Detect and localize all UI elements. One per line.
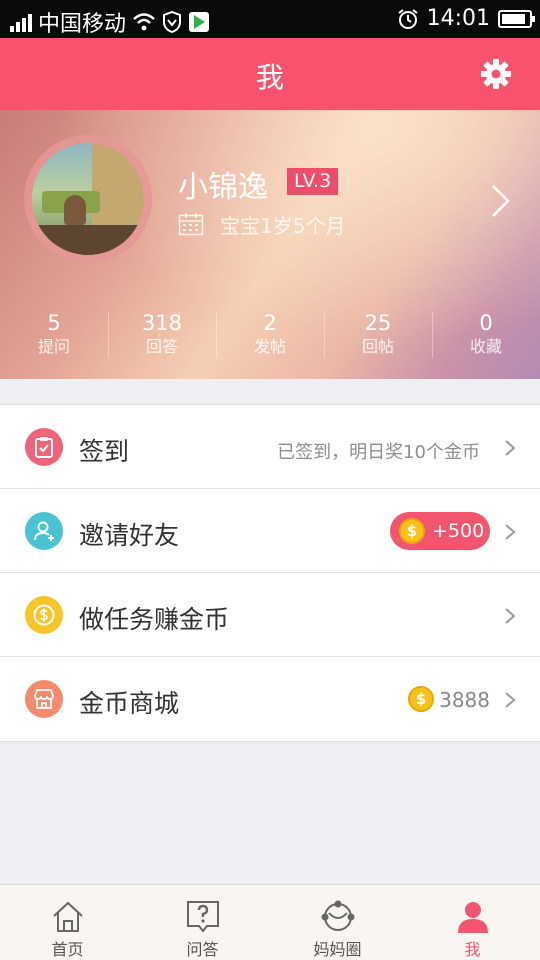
chevron-right-icon xyxy=(505,440,516,456)
add-user-icon xyxy=(25,512,63,550)
stat-value: 5 xyxy=(47,311,61,335)
home-icon xyxy=(52,901,83,932)
avatar[interactable] xyxy=(24,135,152,263)
tab-label: 妈妈圈 xyxy=(313,940,362,959)
clock: 14:01 xyxy=(426,6,490,31)
stat-answers[interactable]: 318 回答 xyxy=(108,310,216,366)
chevron-right-icon xyxy=(505,692,516,708)
tab-moms-circle[interactable]: 妈妈圈 xyxy=(270,885,405,960)
tab-label: 我 xyxy=(464,940,481,959)
carrier-name: 中国移动 xyxy=(38,12,127,37)
level-badge: LV.3 xyxy=(287,168,339,195)
coin-icon: $ xyxy=(408,686,434,712)
menu-item-coin-mall[interactable]: 金币商城 $ 3888 xyxy=(0,657,540,741)
wifi-icon xyxy=(133,13,155,31)
profile-header[interactable]: 小锦逸 LV.3 宝宝1岁5个月 5 提问 318 回答 2 发帖 25 回帖 … xyxy=(0,110,540,379)
stat-label: 回答 xyxy=(145,337,178,356)
stat-value: 318 xyxy=(141,311,183,335)
chevron-right-icon xyxy=(505,524,516,540)
gear-icon[interactable] xyxy=(480,58,512,90)
vpn-shield-icon xyxy=(163,11,182,33)
menu-item-checkin[interactable]: 签到 已签到，明日奖10个金币 xyxy=(0,405,540,489)
alarm-icon xyxy=(397,8,418,29)
coin-icon: $ xyxy=(399,518,425,544)
play-store-icon xyxy=(189,12,210,32)
tab-label: 首页 xyxy=(51,940,84,959)
question-bubble-icon xyxy=(186,901,219,933)
dollar-coin-icon xyxy=(25,596,63,634)
tab-bar: 首页 问答 妈妈圈 我 xyxy=(0,884,540,960)
stat-label: 提问 xyxy=(37,337,70,356)
menu-item-label: 金币商城 xyxy=(79,689,180,718)
stat-questions[interactable]: 5 提问 xyxy=(0,310,108,366)
stat-value: 25 xyxy=(364,311,392,335)
stat-label: 收藏 xyxy=(469,337,502,356)
reward-badge: $ +500 xyxy=(390,512,490,550)
stat-posts[interactable]: 2 发帖 xyxy=(216,310,324,366)
username: 小锦逸 xyxy=(178,170,268,205)
chevron-right-icon xyxy=(505,608,516,624)
tab-me[interactable]: 我 xyxy=(405,885,540,960)
menu-list: 签到 已签到，明日奖10个金币 邀请好友 $ +500 做任务赚金币 金币商城 … xyxy=(0,404,540,742)
menu-item-tasks[interactable]: 做任务赚金币 xyxy=(0,573,540,657)
menu-item-label: 做任务赚金币 xyxy=(79,605,230,634)
stat-value: 0 xyxy=(479,311,493,335)
baby-age: 宝宝1岁5个月 xyxy=(220,214,346,238)
tab-label: 问答 xyxy=(186,940,219,959)
checkin-status: 已签到，明日奖10个金币 xyxy=(277,442,480,463)
battery-icon xyxy=(498,9,535,28)
signal-icon xyxy=(10,12,32,32)
stat-label: 回帖 xyxy=(361,337,394,356)
shop-icon xyxy=(25,680,63,718)
stat-label: 发帖 xyxy=(253,337,286,356)
page-title: 我 xyxy=(255,61,284,94)
tab-qa[interactable]: 问答 xyxy=(135,885,270,960)
chevron-right-icon[interactable] xyxy=(490,183,512,219)
calendar-icon xyxy=(178,213,204,236)
menu-item-invite[interactable]: 邀请好友 $ +500 xyxy=(0,489,540,573)
clipboard-check-icon xyxy=(25,428,63,466)
tab-home[interactable]: 首页 xyxy=(0,885,135,960)
person-icon xyxy=(457,902,488,933)
menu-item-label: 签到 xyxy=(79,437,130,466)
stat-replies[interactable]: 25 回帖 xyxy=(324,310,432,366)
stat-favorites[interactable]: 0 收藏 xyxy=(432,310,540,366)
title-bar: 我 xyxy=(0,38,540,110)
stats-bar: 5 提问 318 回答 2 发帖 25 回帖 0 收藏 xyxy=(0,310,540,366)
reward-amount: +500 xyxy=(432,520,485,542)
coin-balance: 3888 xyxy=(439,688,490,712)
status-bar: 中国移动 14:01 xyxy=(0,0,540,38)
circle-network-icon xyxy=(321,900,354,931)
stat-value: 2 xyxy=(263,311,277,335)
menu-item-label: 邀请好友 xyxy=(79,521,180,550)
